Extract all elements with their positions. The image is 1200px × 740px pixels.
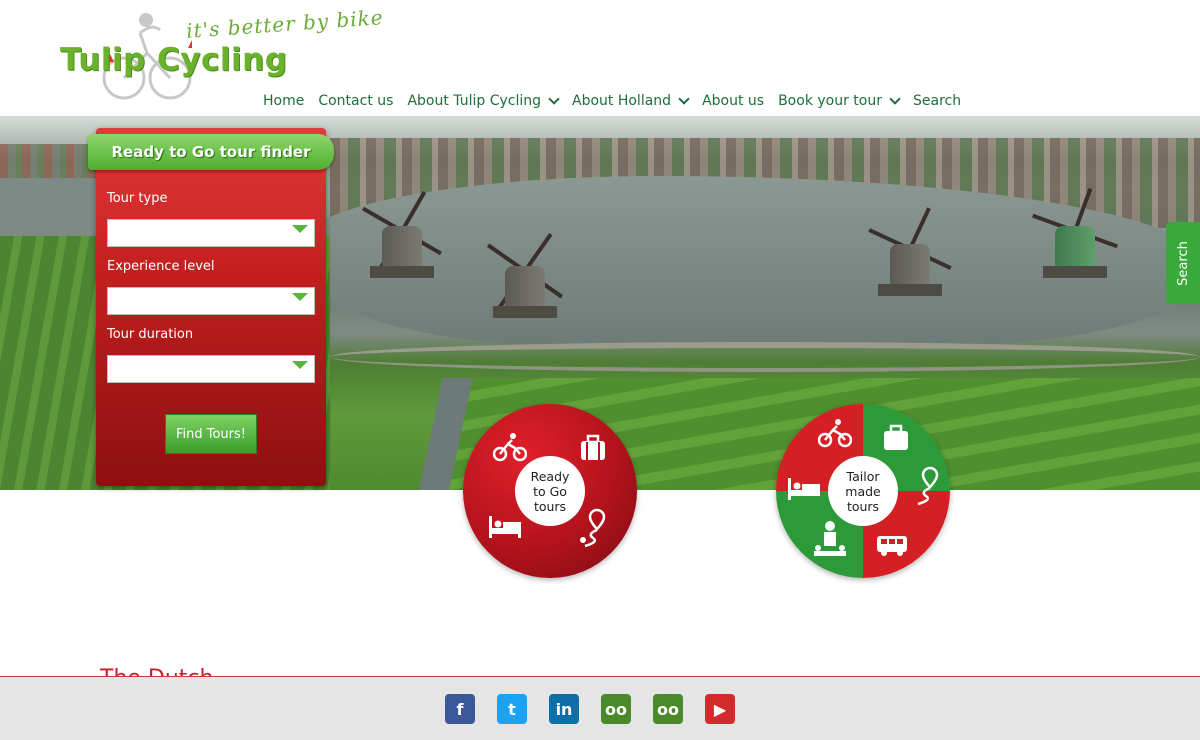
tailor-line-2: made — [845, 483, 881, 499]
tailor-made-text: Tailor made tours — [845, 469, 880, 514]
chevron-down-icon — [678, 93, 690, 105]
side-search-tab[interactable]: Search — [1166, 222, 1200, 304]
guide-icon — [814, 521, 846, 556]
facebook-icon[interactable]: f — [445, 694, 475, 724]
nav-about-tulip-cycling[interactable]: About Tulip Cycling — [407, 93, 560, 109]
tripadvisor-icon[interactable]: oo — [653, 694, 683, 724]
tour-type-label: Tour type — [107, 191, 168, 206]
tailor-line-1: Tailor — [846, 468, 880, 484]
nav-home[interactable]: Home — [263, 93, 304, 109]
twitter-icon[interactable]: t — [497, 694, 527, 724]
bicycle-icon — [493, 433, 527, 462]
dropdown-arrow-icon — [292, 225, 308, 233]
ready-to-go-text: Ready to Go tours — [531, 469, 570, 514]
bed-icon — [489, 516, 521, 538]
ready-line-1: Ready — [530, 468, 570, 484]
ready-to-go-tours-circle[interactable]: Ready to Go tours — [463, 404, 637, 578]
experience-level-label: Experience level — [107, 259, 215, 274]
nav-contact-label: Contact us — [318, 93, 394, 109]
route-pin-icon — [917, 466, 939, 506]
hero-road — [330, 342, 1200, 372]
nav-search-label: Search — [912, 93, 962, 109]
chevron-down-icon — [889, 93, 901, 105]
tour-finder-panel: Tour type Experience level Tour duration… — [96, 128, 326, 486]
nav-book-label: Book your tour — [778, 93, 882, 109]
chevron-down-icon — [548, 93, 560, 105]
nav-book-your-tour[interactable]: Book your tour — [778, 93, 901, 109]
nav-contact-us[interactable]: Contact us — [318, 93, 393, 109]
tailor-line-3: tours — [846, 498, 880, 514]
bicycle-icon — [818, 419, 852, 448]
dropdown-arrow-icon — [292, 361, 308, 369]
tailor-made-tours-circle[interactable]: Tailor made tours — [776, 404, 950, 578]
main-nav: Home Contact us About Tulip Cycling Abou… — [263, 90, 975, 112]
tour-type-select[interactable] — [107, 219, 315, 247]
site-header: it's better by bike Tulip Cycling Home C… — [0, 0, 1200, 116]
tripadvisor-icon[interactable]: oo — [601, 694, 631, 724]
social-footer: f t in oo oo ▶ — [0, 676, 1200, 740]
logo-tagline: it's better by bike — [185, 5, 385, 43]
dropdown-arrow-icon — [292, 293, 308, 301]
nav-about-holland-label: About Holland — [572, 93, 672, 109]
tour-finder-title: Ready to Go tour finder — [88, 134, 334, 170]
tour-finder-title-text: Ready to Go tour finder — [111, 143, 311, 161]
nav-about-us[interactable]: About us — [702, 93, 764, 109]
tour-duration-select[interactable] — [107, 355, 315, 383]
page: it's better by bike Tulip Cycling Home C… — [0, 0, 1200, 740]
tailor-made-label: Tailor made tours — [828, 456, 898, 526]
linkedin-icon[interactable]: in — [549, 694, 579, 724]
luggage-icon — [884, 424, 908, 450]
nav-about-tulip-label: About Tulip Cycling — [407, 93, 541, 109]
nav-about-us-label: About us — [702, 93, 765, 109]
ready-line-2: to Go — [533, 483, 567, 499]
tour-duration-label: Tour duration — [107, 327, 194, 342]
nav-home-label: Home — [263, 93, 305, 109]
route-pin-icon — [580, 508, 606, 548]
nav-search[interactable]: Search — [913, 93, 961, 109]
ready-to-go-label: Ready to Go tours — [515, 456, 585, 526]
find-tours-button[interactable]: Find Tours! — [165, 414, 257, 454]
bed-icon — [788, 478, 820, 500]
ready-line-3: tours — [533, 498, 567, 514]
side-search-label: Search — [1175, 240, 1191, 286]
van-icon — [877, 536, 907, 556]
hero-water-left — [0, 178, 110, 238]
nav-about-holland[interactable]: About Holland — [572, 93, 690, 109]
experience-level-select[interactable] — [107, 287, 315, 315]
logo-brand: Tulip Cycling — [60, 42, 288, 78]
youtube-icon[interactable]: ▶ — [705, 694, 735, 724]
luggage-icon — [581, 434, 605, 460]
